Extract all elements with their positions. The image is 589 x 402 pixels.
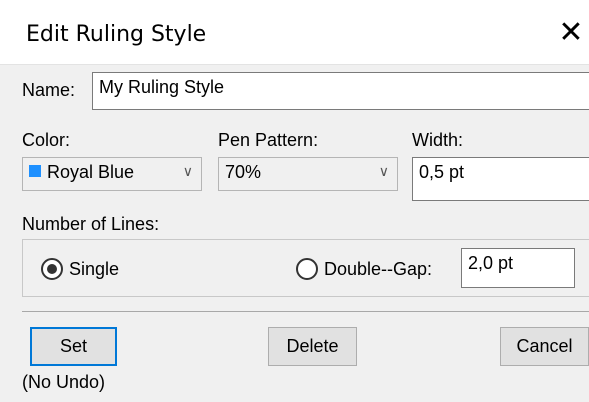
pen-pattern-dropdown[interactable]: 70% ∨ [218,157,398,191]
name-label: Name: [22,80,76,100]
delete-button[interactable]: Delete [268,327,357,366]
gap-input[interactable]: 2,0 pt [461,248,575,288]
double-radio[interactable] [296,258,318,280]
color-swatch [29,165,41,177]
dialog-title: Edit Ruling Style [26,22,207,47]
no-undo-note: (No Undo) [22,372,106,392]
chevron-down-icon: ∨ [378,163,389,179]
close-icon[interactable]: ✕ [553,16,589,50]
set-button[interactable]: Set [30,327,117,366]
single-label[interactable]: Single [69,259,119,280]
pen-pattern-label: Pen Pattern: [218,130,319,150]
width-label: Width: [412,130,464,150]
pen-pattern-value: 70% [225,162,262,182]
color-value: Royal Blue [47,162,135,182]
chevron-down-icon: ∨ [182,163,193,179]
single-radio[interactable] [41,258,63,280]
color-label: Color: [22,130,71,150]
cancel-button[interactable]: Cancel [500,327,589,366]
number-of-lines-label: Number of Lines: [22,214,160,234]
radio-selected-dot [47,264,57,274]
double-gap-label[interactable]: Double--Gap: [324,259,432,280]
width-input[interactable]: 0,5 pt [412,157,589,201]
color-dropdown[interactable]: Royal Blue ∨ [22,157,202,191]
divider [22,311,589,312]
name-input[interactable]: My Ruling Style [92,72,589,110]
title-bar: Edit Ruling Style ✕ [0,0,589,65]
